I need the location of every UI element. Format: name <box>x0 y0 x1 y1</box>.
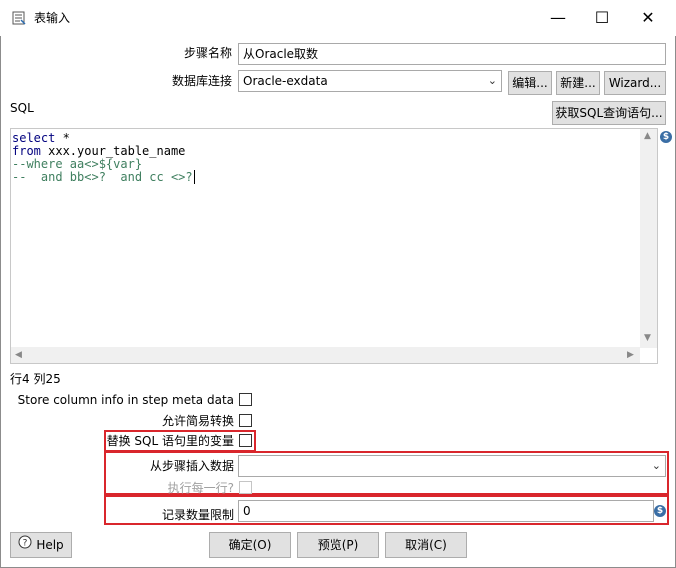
db-connection-label: 数据库连接 <box>171 74 232 88</box>
chevron-down-icon: ⌄ <box>651 459 661 472</box>
lazy-conversion-label: 允许简易转换 <box>161 414 234 428</box>
help-button[interactable]: ? Help <box>10 532 72 558</box>
new-connection-button[interactable]: 新建... <box>556 71 600 95</box>
limit-label: 记录数量限制 <box>161 508 234 522</box>
preview-button[interactable]: 预览(P) <box>297 532 379 558</box>
window-title: 表输入 <box>34 11 71 25</box>
step-name-input[interactable]: 从Oracle取数 <box>238 43 666 65</box>
lazy-conversion-checkbox[interactable] <box>239 414 252 427</box>
sql-code[interactable]: select * from xxx.your_table_name --wher… <box>12 132 195 184</box>
help-icon: ? <box>18 533 32 557</box>
chevron-down-icon: ⌄ <box>487 74 497 87</box>
horizontal-scrollbar[interactable]: ◀ ▶ <box>11 347 640 363</box>
scroll-right-icon[interactable]: ▶ <box>627 350 634 360</box>
replace-variables-checkbox[interactable] <box>239 434 252 447</box>
sql-comment: --where aa<>${var} <box>12 157 143 171</box>
store-column-info-checkbox[interactable] <box>239 393 252 406</box>
sql-text: xxx.your_table_name <box>40 144 186 158</box>
cancel-button[interactable]: 取消(C) <box>385 532 467 558</box>
wizard-button[interactable]: Wizard... <box>604 71 666 95</box>
sql-keyword: from <box>12 144 41 158</box>
db-connection-value: Oracle-exdata <box>243 74 328 88</box>
store-column-info-label: Store column info in step meta data <box>17 393 234 407</box>
svg-text:?: ? <box>23 539 28 549</box>
get-sql-button[interactable]: 获取SQL查询语句... <box>552 101 666 125</box>
vertical-scrollbar[interactable]: ▲ ▼ <box>640 129 657 348</box>
scroll-up-icon[interactable]: ▲ <box>644 131 651 141</box>
variable-dollar-icon[interactable]: $ <box>654 505 666 517</box>
variable-dollar-icon[interactable]: $ <box>660 131 672 143</box>
execute-each-row-checkbox[interactable] <box>239 481 252 494</box>
minimize-button[interactable]: — <box>536 0 580 34</box>
step-name-label: 步骤名称 <box>183 46 232 60</box>
replace-variables-label: 替换 SQL 语句里的变量 <box>106 434 234 448</box>
edit-connection-button[interactable]: 编辑... <box>508 71 552 95</box>
close-icon: ✕ <box>641 7 655 27</box>
ok-button[interactable]: 确定(O) <box>209 532 291 558</box>
text-cursor <box>193 170 195 184</box>
sql-label: SQL <box>10 101 34 115</box>
db-connection-select[interactable]: Oracle-exdata ⌄ <box>238 70 502 92</box>
maximize-button[interactable]: ☐ <box>580 0 624 34</box>
sql-keyword: select <box>12 131 56 145</box>
maximize-icon: ☐ <box>594 7 610 27</box>
help-label: Help <box>36 538 64 552</box>
minimize-icon: — <box>550 7 566 27</box>
table-input-icon <box>12 11 26 25</box>
sql-comment: -- and bb<>? and cc <>? <box>12 170 193 184</box>
insert-from-step-label: 从步骤插入数据 <box>149 459 234 473</box>
scroll-left-icon[interactable]: ◀ <box>15 350 22 360</box>
execute-each-row-label: 执行每一行? <box>167 481 234 495</box>
limit-input[interactable]: 0 <box>238 500 654 522</box>
sql-text: * <box>55 131 70 145</box>
close-button[interactable]: ✕ <box>626 0 670 34</box>
scroll-down-icon[interactable]: ▼ <box>644 333 651 343</box>
insert-from-step-select[interactable]: ⌄ <box>238 455 666 477</box>
cursor-position: 行4 列25 <box>10 372 61 386</box>
